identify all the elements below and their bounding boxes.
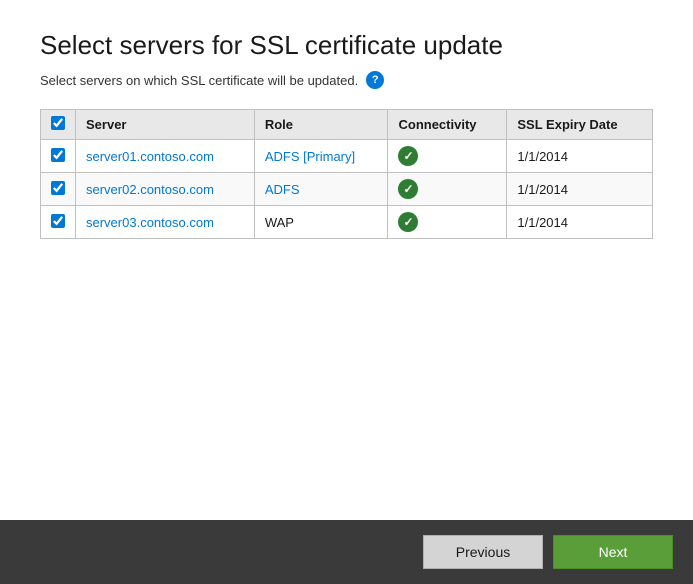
connectivity-status: ✓ [398, 146, 418, 166]
row-connectivity: ✓ [388, 140, 507, 173]
row-checkbox-2[interactable] [51, 214, 65, 228]
table-row: server03.contoso.com WAP ✓ 1/1/2014 [41, 206, 653, 239]
connectivity-status: ✓ [398, 212, 418, 232]
next-button[interactable]: Next [553, 535, 673, 569]
row-ssl-expiry: 1/1/2014 [507, 173, 653, 206]
col-header-server: Server [76, 110, 255, 140]
row-role: ADFS [254, 173, 388, 206]
subtitle-text: Select servers on which SSL certificate … [40, 73, 358, 88]
col-header-connectivity: Connectivity [388, 110, 507, 140]
server-link[interactable]: server03.contoso.com [86, 215, 214, 230]
row-checkbox-cell [41, 173, 76, 206]
footer-bar: Previous Next [0, 520, 693, 584]
check-circle-icon: ✓ [398, 146, 418, 166]
previous-button[interactable]: Previous [423, 535, 543, 569]
connectivity-status: ✓ [398, 179, 418, 199]
row-checkbox-0[interactable] [51, 148, 65, 162]
server-link[interactable]: server02.contoso.com [86, 182, 214, 197]
row-connectivity: ✓ [388, 173, 507, 206]
row-checkbox-cell [41, 206, 76, 239]
row-ssl-expiry: 1/1/2014 [507, 140, 653, 173]
row-server: server01.contoso.com [76, 140, 255, 173]
main-content: Select servers for SSL certificate updat… [0, 0, 693, 520]
server-link[interactable]: server01.contoso.com [86, 149, 214, 164]
page-title: Select servers for SSL certificate updat… [40, 30, 653, 61]
check-circle-icon: ✓ [398, 212, 418, 232]
role-label: ADFS [265, 182, 300, 197]
subtitle-row: Select servers on which SSL certificate … [40, 71, 653, 89]
table-row: server02.contoso.com ADFS ✓ 1/1/2014 [41, 173, 653, 206]
row-checkbox-cell [41, 140, 76, 173]
help-icon[interactable]: ? [366, 71, 384, 89]
row-connectivity: ✓ [388, 206, 507, 239]
row-ssl-expiry: 1/1/2014 [507, 206, 653, 239]
check-circle-icon: ✓ [398, 179, 418, 199]
table-row: server01.contoso.com ADFS [Primary] ✓ 1/1/2… [41, 140, 653, 173]
row-role: ADFS [Primary] [254, 140, 388, 173]
role-label: ADFS [Primary] [265, 149, 355, 164]
row-checkbox-1[interactable] [51, 181, 65, 195]
role-label: WAP [265, 215, 294, 230]
col-header-role: Role [254, 110, 388, 140]
select-all-checkbox[interactable] [51, 116, 65, 130]
col-header-ssl-expiry: SSL Expiry Date [507, 110, 653, 140]
server-table: Server Role Connectivity SSL Expiry Date… [40, 109, 653, 239]
row-role: WAP [254, 206, 388, 239]
row-server: server03.contoso.com [76, 206, 255, 239]
col-header-checkbox [41, 110, 76, 140]
row-server: server02.contoso.com [76, 173, 255, 206]
